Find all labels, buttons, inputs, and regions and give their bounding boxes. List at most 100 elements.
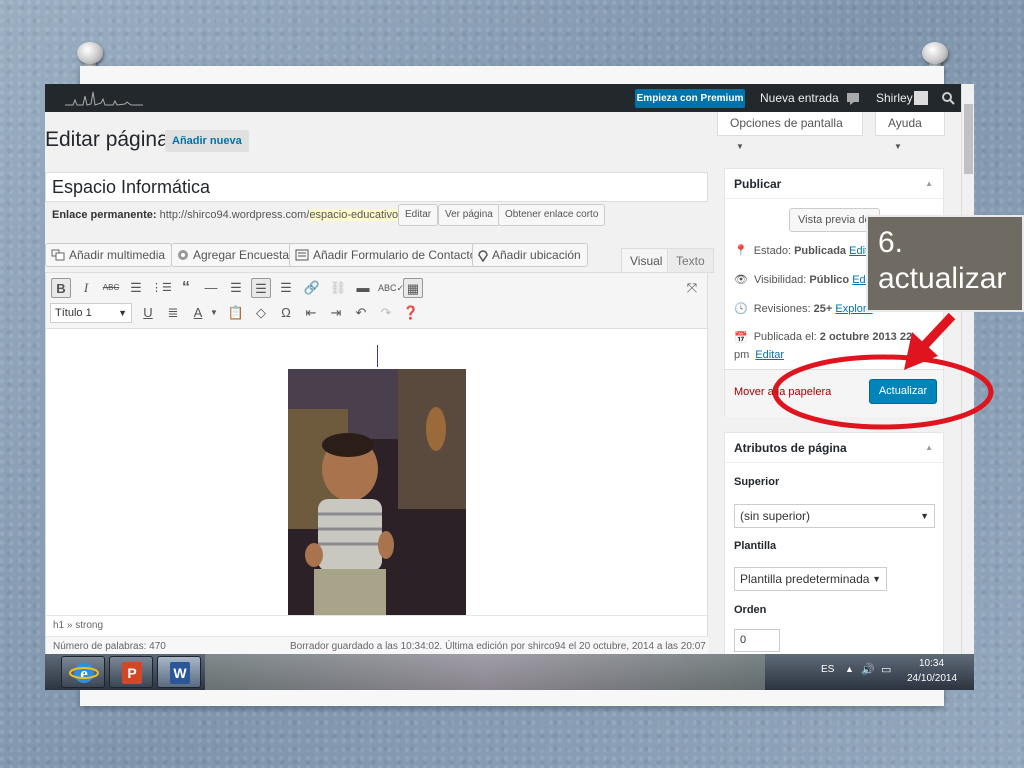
tab-visual[interactable]: Visual: [621, 248, 672, 273]
toolbar-toggle-icon[interactable]: ▦: [403, 278, 423, 298]
underline-icon[interactable]: U: [138, 303, 158, 323]
post-title-input[interactable]: Espacio Informática: [45, 172, 708, 202]
content-photo[interactable]: [288, 369, 466, 615]
spellcheck-icon[interactable]: ABC✓: [378, 278, 404, 298]
italic-icon[interactable]: I: [76, 278, 96, 298]
word-icon: W: [170, 662, 190, 684]
admin-bar: Empieza con Premium Nueva entrada Shirle…: [45, 84, 961, 112]
chevron-down-icon: ▼: [872, 574, 881, 584]
view-page-button[interactable]: Ver página: [438, 204, 500, 226]
page-attributes-box: Atributos de página ▲ Superior (sin supe…: [724, 432, 944, 662]
template-label: Plantilla: [734, 540, 777, 552]
template-select[interactable]: Plantilla predeterminada ▼: [734, 567, 887, 591]
help-circle-icon[interactable]: ❓: [401, 303, 421, 323]
justify-icon[interactable]: ≣: [163, 303, 183, 323]
page-title: Editar página: [45, 128, 169, 151]
volume-icon[interactable]: 🔊: [861, 663, 875, 676]
unlink-icon[interactable]: ⛓: [328, 278, 348, 298]
parent-label: Superior: [734, 476, 780, 488]
numbered-list-icon[interactable]: ⋮☰: [151, 278, 172, 298]
align-right-icon[interactable]: ☰: [276, 278, 296, 298]
new-entry-link[interactable]: Nueva entrada: [760, 91, 839, 105]
chevron-down-icon[interactable]: ▼: [204, 303, 224, 323]
visibility-label: Visibilidad:: [753, 273, 807, 286]
undo-icon[interactable]: ↶: [351, 303, 371, 323]
screen-options-tab[interactable]: Opciones de pantalla ▼: [717, 112, 863, 151]
screen-options-label: Opciones de pantalla: [730, 116, 843, 130]
content-editor[interactable]: B I ABC ☰ ⋮☰ “ — ☰ ☰ ☰ 🔗 ⛓ ▬ ABC✓ ▦ ⤧ Tí…: [45, 272, 709, 690]
get-shortlink-button[interactable]: Obtener enlace corto: [498, 204, 606, 226]
premium-button[interactable]: Empieza con Premium: [635, 89, 745, 108]
add-media-button[interactable]: Añadir multimedia: [45, 243, 173, 267]
bullet-list-icon[interactable]: ☰: [126, 278, 146, 298]
scrollbar-thumb[interactable]: [964, 104, 973, 174]
chevron-down-icon: ▼: [736, 142, 744, 151]
help-label: Ayuda: [888, 116, 922, 130]
read-more-icon[interactable]: ▬: [353, 278, 373, 298]
stats-sparkline-icon[interactable]: [65, 90, 143, 106]
editor-toolbar: B I ABC ☰ ⋮☰ “ — ☰ ☰ ☰ 🔗 ⛓ ▬ ABC✓ ▦ ⤧ Tí…: [46, 273, 707, 329]
add-contact-form-button[interactable]: Añadir Formulario de Contacto: [289, 243, 484, 267]
add-poll-button[interactable]: Agregar Encuesta: [171, 243, 297, 267]
horizontal-line-icon[interactable]: —: [201, 278, 221, 298]
user-name[interactable]: Shirley: [876, 91, 913, 105]
paste-text-icon[interactable]: 📋: [226, 303, 246, 323]
add-location-button[interactable]: Añadir ubicación: [472, 243, 588, 267]
avatar[interactable]: [914, 91, 928, 105]
collapse-arrow-icon[interactable]: ▲: [925, 169, 933, 199]
permalink-slug[interactable]: espacio-educativo/: [309, 209, 402, 221]
tab-text[interactable]: Texto: [667, 248, 714, 273]
language-indicator[interactable]: ES: [821, 664, 834, 675]
svg-text:W: W: [173, 665, 187, 681]
redo-icon[interactable]: ↷: [376, 303, 396, 323]
poll-icon: [178, 250, 188, 260]
permalink: Enlace permanente: http://shirco94.wordp…: [52, 209, 402, 221]
collapse-arrow-icon[interactable]: ▲: [925, 433, 933, 463]
edit-permalink-button[interactable]: Editar: [398, 204, 439, 226]
network-icon[interactable]: ▭: [881, 663, 891, 676]
blockquote-icon[interactable]: “: [176, 278, 196, 298]
revisions-label: Revisiones:: [753, 302, 811, 315]
fullscreen-icon[interactable]: ⤧: [682, 278, 702, 298]
publish-title: Publicar: [734, 177, 782, 191]
page-attributes-title-bar[interactable]: Atributos de página ▲: [725, 433, 943, 463]
eye-icon: 👁: [734, 274, 748, 286]
align-left-icon[interactable]: ☰: [226, 278, 246, 298]
bold-icon[interactable]: B: [51, 278, 71, 298]
tray-arrow-icon[interactable]: ▲: [845, 664, 854, 674]
clock-date[interactable]: 24/10/2014: [907, 673, 957, 684]
parent-select[interactable]: (sin superior) ▼: [734, 504, 935, 528]
page-scrollbar[interactable]: [961, 84, 974, 654]
permalink-label: Enlace permanente:: [52, 209, 157, 221]
order-label: Orden: [734, 604, 767, 616]
order-input[interactable]: 0: [734, 629, 780, 652]
published-time-row: pm Editar: [734, 349, 784, 361]
revisions-row: 🕓 Revisiones: 25+ Explora: [734, 302, 873, 316]
revisions-clock-icon: 🕓: [734, 303, 748, 315]
align-center-icon[interactable]: ☰: [251, 278, 271, 298]
clear-formatting-icon[interactable]: ◇: [251, 303, 271, 323]
powerpoint-button[interactable]: P: [109, 656, 153, 688]
move-to-trash-link[interactable]: Mover a la papelera: [734, 386, 831, 398]
word-button[interactable]: W: [157, 656, 201, 688]
search-icon[interactable]: [941, 91, 955, 105]
published-date: 2 octubre 2013 22:: [819, 331, 916, 343]
add-new-button[interactable]: Añadir nueva: [165, 130, 249, 152]
add-contact-form-label: Añadir Formulario de Contacto: [313, 248, 477, 262]
publish-box-title[interactable]: Publicar ▲: [725, 169, 943, 199]
add-media-label: Añadir multimedia: [69, 248, 166, 262]
format-select[interactable]: Título 1 ▼: [50, 303, 132, 323]
special-character-icon[interactable]: Ω: [276, 303, 296, 323]
published-label: Publicada el:: [753, 331, 817, 343]
help-tab[interactable]: Ayuda ▼: [875, 112, 945, 151]
outdent-icon[interactable]: ⇤: [301, 303, 321, 323]
clock-time[interactable]: 10:34: [919, 658, 944, 669]
notifications-icon[interactable]: [846, 91, 860, 105]
strikethrough-icon[interactable]: ABC: [101, 278, 121, 298]
format-value: Título 1: [55, 307, 92, 319]
indent-icon[interactable]: ⇥: [326, 303, 346, 323]
published-edit-link[interactable]: Editar: [755, 349, 784, 361]
internet-explorer-button[interactable]: e: [61, 656, 105, 688]
update-button[interactable]: Actualizar: [869, 379, 937, 404]
link-icon[interactable]: 🔗: [302, 278, 322, 298]
